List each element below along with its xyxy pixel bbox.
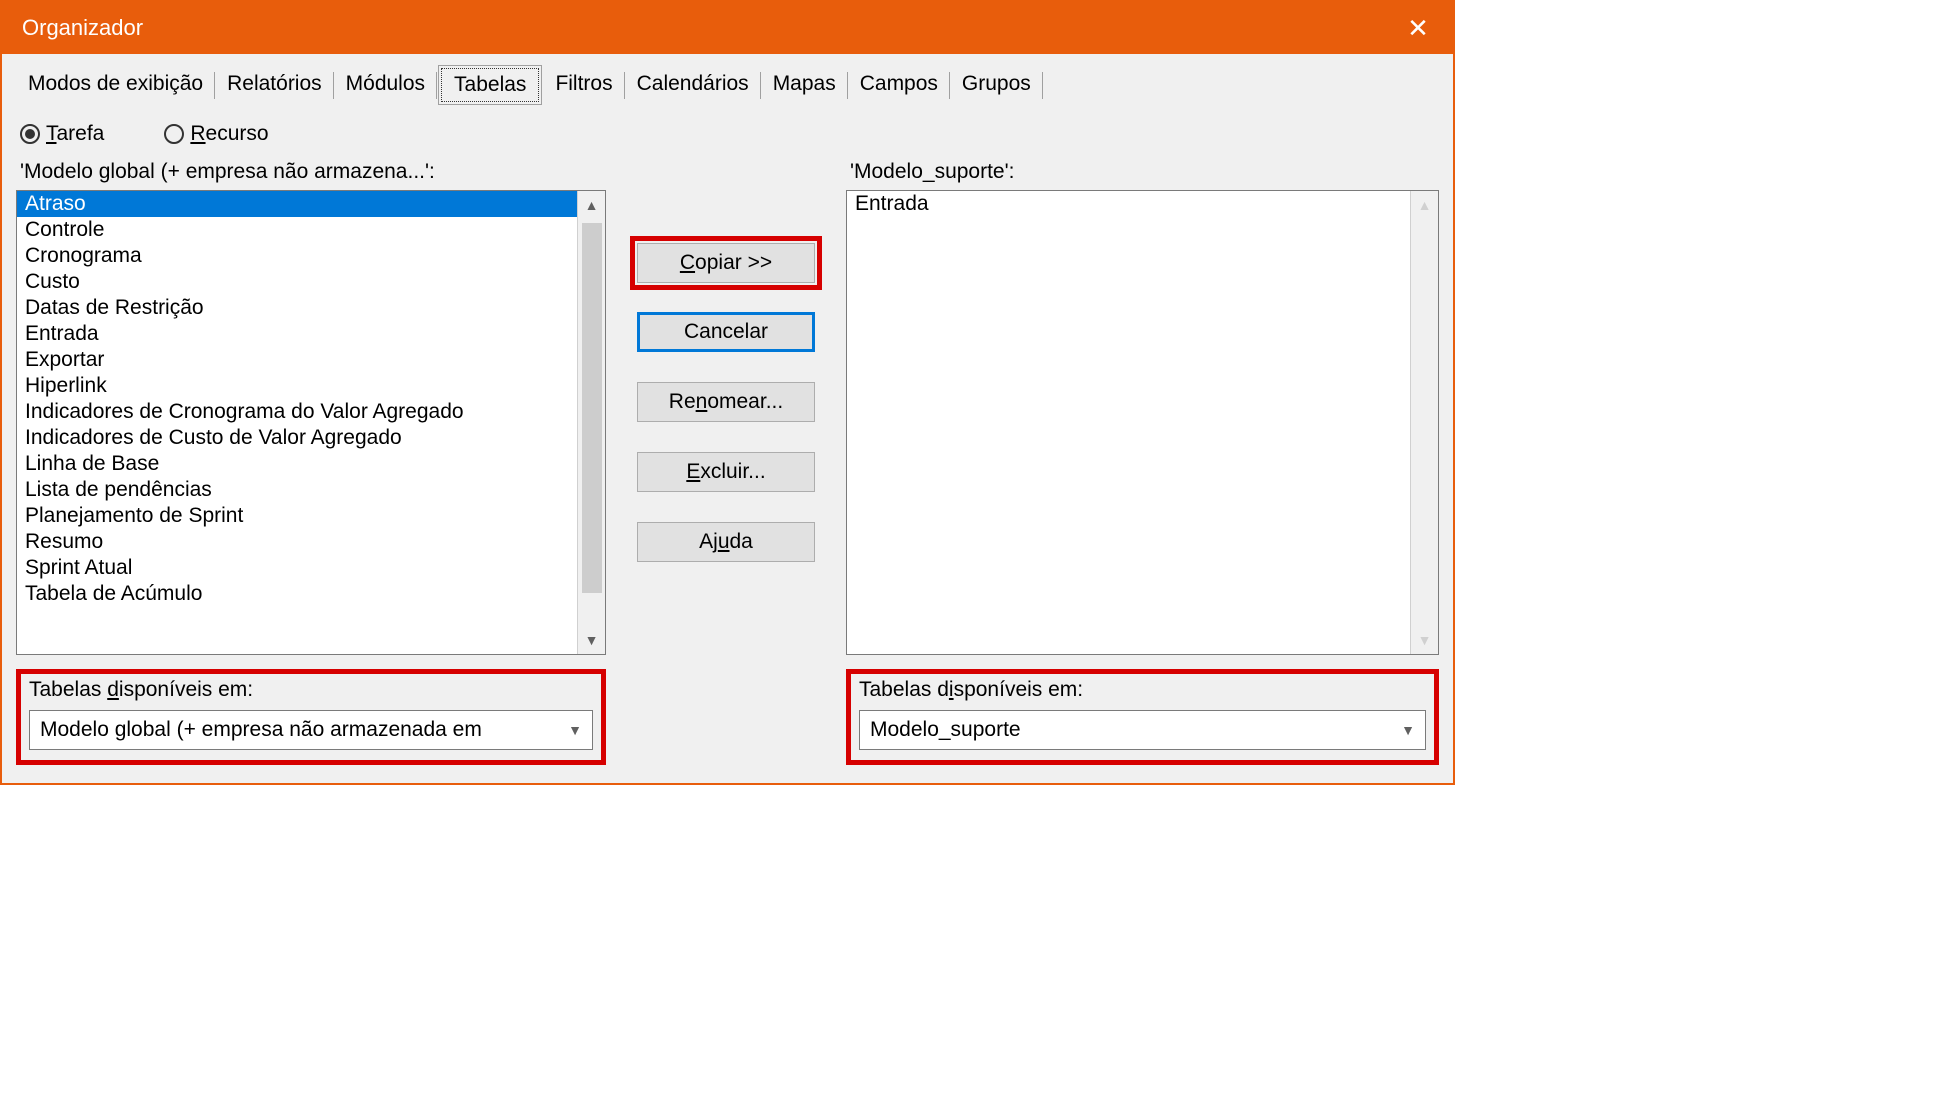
tab-calendarios[interactable]: Calendários bbox=[625, 66, 761, 102]
list-item[interactable]: Custo bbox=[17, 269, 577, 295]
list-item[interactable]: Resumo bbox=[17, 529, 577, 555]
chevron-down-icon: ▼ bbox=[1401, 722, 1415, 738]
radio-tarefa-label: Tarefa bbox=[46, 122, 104, 146]
list-item[interactable]: Sprint Atual bbox=[17, 555, 577, 581]
right-list-label: 'Modelo_suporte': bbox=[846, 160, 1439, 184]
list-item[interactable]: Tabela de Acúmulo bbox=[17, 581, 577, 607]
right-combobox[interactable]: Modelo_suporte ▼ bbox=[859, 710, 1426, 750]
radio-recurso[interactable]: Recurso bbox=[164, 122, 268, 146]
rename-button[interactable]: Renomear... bbox=[637, 382, 815, 422]
copy-button[interactable]: Copiar >> bbox=[637, 243, 815, 283]
left-footer-box: Tabelas disponíveis em: Modelo global (+… bbox=[16, 669, 606, 765]
list-item[interactable]: Indicadores de Custo de Valor Agregado bbox=[17, 425, 577, 451]
copy-button-highlight: Copiar >> bbox=[630, 236, 822, 290]
list-item[interactable]: Datas de Restrição bbox=[17, 295, 577, 321]
tab-filtros[interactable]: Filtros bbox=[543, 66, 624, 102]
scroll-thumb[interactable] bbox=[582, 223, 602, 593]
list-item[interactable]: Exportar bbox=[17, 347, 577, 373]
chevron-up-icon[interactable]: ▲ bbox=[585, 197, 599, 213]
tab-modulos[interactable]: Módulos bbox=[334, 66, 437, 102]
list-item[interactable]: Lista de pendências bbox=[17, 477, 577, 503]
list-item[interactable]: Planejamento de Sprint bbox=[17, 503, 577, 529]
tab-mapas[interactable]: Mapas bbox=[761, 66, 848, 102]
right-footer-label: Tabelas disponíveis em: bbox=[859, 678, 1426, 702]
list-item[interactable]: Hiperlink bbox=[17, 373, 577, 399]
list-item[interactable]: Atraso bbox=[17, 191, 577, 217]
middle-column: Copiar >> Cancelar Renomear... Excluir..… bbox=[616, 160, 836, 765]
left-listbox[interactable]: Atraso Controle Cronograma Custo Datas d… bbox=[16, 190, 606, 655]
right-combobox-value: Modelo_suporte bbox=[870, 718, 1021, 742]
chevron-down-icon[interactable]: ▼ bbox=[1418, 632, 1432, 648]
titlebar[interactable]: Organizador ✕ bbox=[2, 2, 1453, 54]
right-footer-box: Tabelas disponíveis em: Modelo_suporte ▼ bbox=[846, 669, 1439, 765]
list-item[interactable]: Controle bbox=[17, 217, 577, 243]
radio-icon bbox=[20, 124, 40, 144]
chevron-up-icon[interactable]: ▲ bbox=[1418, 197, 1432, 213]
tab-campos[interactable]: Campos bbox=[848, 66, 950, 102]
help-button[interactable]: Ajuda bbox=[637, 522, 815, 562]
scrollbar[interactable]: ▲ ▼ bbox=[1410, 191, 1438, 654]
radio-icon bbox=[164, 124, 184, 144]
list-item[interactable]: Entrada bbox=[17, 321, 577, 347]
main-columns: 'Modelo global (+ empresa não armazena..… bbox=[16, 160, 1439, 765]
radio-group: Tarefa Recurso bbox=[16, 122, 1439, 146]
delete-button[interactable]: Excluir... bbox=[637, 452, 815, 492]
chevron-down-icon[interactable]: ▼ bbox=[585, 632, 599, 648]
close-icon[interactable]: ✕ bbox=[1403, 13, 1433, 44]
list-item[interactable]: Indicadores de Cronograma do Valor Agreg… bbox=[17, 399, 577, 425]
cancel-button[interactable]: Cancelar bbox=[637, 312, 815, 352]
list-item[interactable]: Cronograma bbox=[17, 243, 577, 269]
right-column: 'Modelo_suporte': Entrada ▲ ▼ Tabelas di… bbox=[846, 160, 1439, 765]
dialog-content: Modos de exibição Relatórios Módulos Tab… bbox=[2, 54, 1453, 783]
left-list-label: 'Modelo global (+ empresa não armazena..… bbox=[16, 160, 606, 184]
left-column: 'Modelo global (+ empresa não armazena..… bbox=[16, 160, 606, 765]
list-item[interactable]: Entrada bbox=[847, 191, 1410, 217]
radio-tarefa[interactable]: Tarefa bbox=[20, 122, 104, 146]
tabstrip: Modos de exibição Relatórios Módulos Tab… bbox=[16, 66, 1439, 102]
tab-tabelas[interactable]: Tabelas bbox=[441, 68, 539, 102]
scrollbar[interactable]: ▲ ▼ bbox=[577, 191, 605, 654]
tab-grupos[interactable]: Grupos bbox=[950, 66, 1043, 102]
right-listbox-items: Entrada bbox=[847, 191, 1410, 654]
chevron-down-icon: ▼ bbox=[568, 722, 582, 738]
tab-modos-de-exibicao[interactable]: Modos de exibição bbox=[16, 66, 215, 102]
tab-relatorios[interactable]: Relatórios bbox=[215, 66, 334, 102]
list-item[interactable]: Linha de Base bbox=[17, 451, 577, 477]
dialog-title: Organizador bbox=[22, 15, 143, 41]
left-combobox[interactable]: Modelo global (+ empresa não armazenada … bbox=[29, 710, 593, 750]
left-combobox-value: Modelo global (+ empresa não armazenada … bbox=[40, 718, 482, 742]
left-listbox-items: Atraso Controle Cronograma Custo Datas d… bbox=[17, 191, 577, 654]
left-footer-label: Tabelas disponíveis em: bbox=[29, 678, 593, 702]
radio-recurso-label: Recurso bbox=[190, 122, 268, 146]
organizer-dialog: Organizador ✕ Modos de exibição Relatóri… bbox=[0, 0, 1455, 785]
right-listbox[interactable]: Entrada ▲ ▼ bbox=[846, 190, 1439, 655]
